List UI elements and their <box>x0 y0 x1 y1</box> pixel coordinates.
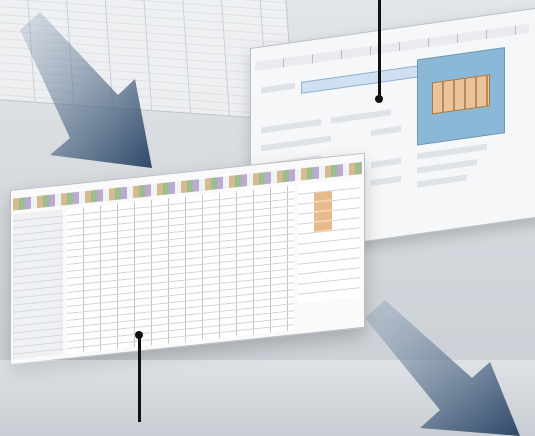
arrow-top-left-icon <box>20 12 152 168</box>
callout-dot-top <box>375 95 383 103</box>
callout-line-bottom <box>138 336 141 422</box>
arrows-layer <box>20 12 520 436</box>
arrow-bottom-right-icon <box>365 300 520 436</box>
callout-line-top <box>378 0 381 98</box>
collage-scene <box>0 0 535 436</box>
